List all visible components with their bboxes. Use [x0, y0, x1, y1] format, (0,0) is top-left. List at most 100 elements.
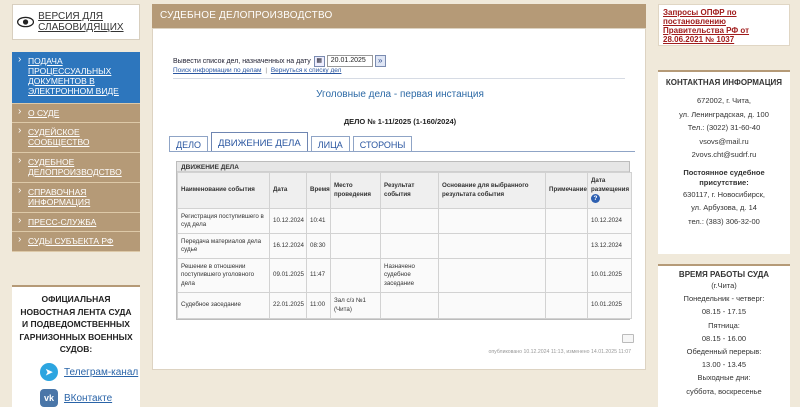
- col-header-date: Дата: [269, 172, 307, 209]
- contacts-title: КОНТАКТНАЯ ИНФОРМАЦИЯ: [665, 78, 783, 87]
- case-title: ДЕЛО № 1-11/2025 (1-160/2024): [343, 117, 457, 126]
- main-content: СУДЕБНОЕ ДЕЛОПРОИЗВОДСТВО Вывести список…: [152, 0, 646, 370]
- cell-note: [545, 208, 588, 234]
- case-panel: Вывести список дел, назначенных на дату …: [152, 28, 646, 370]
- vk-icon: vk: [40, 389, 58, 407]
- cell-posted: 10.12.2024: [587, 208, 632, 234]
- date-filter: Вывести список дел, назначенных на дату …: [173, 55, 386, 67]
- cell-place: [330, 208, 381, 234]
- cell-posted: 10.01.2025: [587, 292, 632, 319]
- cell-result: [380, 208, 439, 234]
- case-movement-table: ДВИЖЕНИЕ ДЕЛА Наименование события Дата …: [176, 161, 632, 320]
- contact-email-2[interactable]: 2vovs.cht@sudrf.ru: [658, 148, 790, 162]
- vk-label: ВКонтакте: [64, 392, 113, 404]
- news-title: ОФИЦИАЛЬНАЯ НОВОСТНАЯ ЛЕНТА СУДА И ПОДВЕ…: [19, 294, 133, 354]
- contact-address-2: ул. Ленинградская, д. 100: [679, 109, 769, 119]
- tab-persons[interactable]: ЛИЦА: [310, 136, 350, 152]
- cell-event: Передача материалов дела судье: [177, 233, 270, 259]
- menu-item-judges[interactable]: СУДЕЙСКОЕ СООБЩЕСТВО: [12, 123, 140, 153]
- cell-date: 10.12.2024: [269, 208, 307, 234]
- case-search-link[interactable]: Поиск информации по делам: [173, 67, 262, 74]
- cell-date: 09.01.2025: [269, 258, 307, 293]
- col-header-time: Время: [306, 172, 331, 209]
- news-block: ОФИЦИАЛЬНАЯ НОВОСТНАЯ ЛЕНТА СУДА И ПОДВЕ…: [12, 285, 140, 407]
- cell-posted: 13.12.2024: [587, 233, 632, 259]
- cell-date: 16.12.2024: [269, 233, 307, 259]
- tab-case-movement[interactable]: ДВИЖЕНИЕ ДЕЛА: [211, 132, 308, 152]
- help-icon[interactable]: ?: [591, 194, 600, 204]
- contact-email-1[interactable]: vsovs@mail.ru: [658, 135, 790, 149]
- cell-basis: [438, 208, 546, 234]
- go-arrow-button[interactable]: »: [374, 55, 386, 67]
- table-row: Решение в отношении поступившего уголовн…: [177, 258, 632, 293]
- menu-item-about[interactable]: О СУДЕ: [12, 104, 140, 123]
- cell-note: [545, 258, 588, 293]
- presence-address-1: 630117, г. Новосибирск,: [683, 189, 765, 199]
- telegram-label: Телеграм-канал: [64, 366, 139, 378]
- date-filter-label: Вывести список дел, назначенных на дату: [173, 57, 311, 65]
- col-header-basis: Основание для выбранного результата собы…: [438, 172, 546, 209]
- case-tabs: ДЕЛО ДВИЖЕНИЕ ДЕЛА ЛИЦА СТОРОНЫ: [169, 132, 415, 152]
- tab-parties[interactable]: СТОРОНЫ: [352, 136, 413, 152]
- col-header-event: Наименование события: [177, 172, 270, 209]
- menu-item-e-filing[interactable]: ПОДАЧА ПРОЦЕССУАЛЬНЫХ ДОКУМЕНТОВ В ЭЛЕКТ…: [12, 52, 140, 104]
- presence-address-2: ул. Арбузова, д. 14: [691, 203, 757, 212]
- back-to-list-link[interactable]: Вернуться к списку дел: [271, 67, 342, 74]
- cell-basis: [438, 233, 546, 259]
- cell-place: Зал с/з №1 (Чита): [330, 292, 381, 319]
- hours-line: Понедельник - четверг:: [683, 294, 765, 304]
- telegram-icon: ➤: [40, 363, 58, 381]
- opfr-link-label: Запросы ОПФР по постановлению Правительс…: [663, 8, 750, 44]
- tab-case[interactable]: ДЕЛО: [169, 136, 209, 152]
- cell-result: Назначено судебное заседание: [380, 258, 439, 293]
- links-separator: |: [265, 67, 268, 74]
- cell-time: 11:47: [306, 258, 331, 293]
- eye-icon: [17, 16, 35, 28]
- cell-note: [545, 233, 588, 259]
- hours-line: суббота, воскресенье: [686, 386, 762, 396]
- cell-result: [380, 292, 439, 319]
- cell-event: Регистрация поступившего в суд дела: [177, 208, 270, 234]
- menu-item-reference[interactable]: СПРАВОЧНАЯ ИНФОРМАЦИЯ: [12, 183, 140, 213]
- calendar-icon[interactable]: ▦: [313, 55, 325, 67]
- cell-time: 08:30: [306, 233, 331, 259]
- table-row: Регистрация поступившего в суд дела 10.1…: [177, 208, 632, 234]
- date-input[interactable]: 20.01.2025: [326, 55, 373, 67]
- menu-item-proceedings[interactable]: СУДЕБНОЕ ДЕЛОПРОИЗВОДСТВО: [12, 153, 140, 183]
- divider: [173, 78, 625, 79]
- cell-note: [545, 292, 588, 319]
- hours-line: Выходные дни:: [697, 373, 751, 383]
- hours-line: 08.15 - 16.00: [701, 333, 747, 343]
- cell-place: [330, 233, 381, 259]
- cell-event: Судебное заседание: [177, 292, 270, 319]
- table-title: ДВИЖЕНИЕ ДЕЛА: [177, 162, 629, 172]
- col-header-place: Место проведения: [330, 172, 381, 209]
- hours-line: Обеденный перерыв:: [686, 347, 762, 357]
- telegram-link[interactable]: ➤ Телеграм-канал: [40, 363, 138, 381]
- table-header-row: Наименование события Дата Время Место пр…: [177, 172, 632, 209]
- hours-line: Пятница:: [708, 320, 740, 330]
- section-header: СУДЕБНОЕ ДЕЛОПРОИЗВОДСТВО: [152, 4, 646, 28]
- table-row: Передача материалов дела судье 16.12.202…: [177, 233, 632, 259]
- instance-title: Уголовные дела - первая инстанция: [316, 89, 484, 100]
- opfr-requests-link[interactable]: Запросы ОПФР по постановлению Правительс…: [658, 4, 790, 46]
- cell-posted: 10.01.2025: [587, 258, 632, 293]
- print-icon[interactable]: [622, 334, 634, 343]
- hours-line: 08.15 - 17.15: [701, 307, 747, 317]
- vk-link[interactable]: vk ВКонтакте: [40, 389, 112, 407]
- menu-item-press[interactable]: ПРЕСС-СЛУЖБА: [12, 213, 140, 232]
- panel-links: Поиск информации по делам | Вернуться к …: [173, 67, 341, 74]
- col-header-posted-label: Дата размещения: [591, 177, 630, 193]
- menu-item-region-courts[interactable]: СУДЫ СУБЪЕКТА РФ: [12, 232, 140, 252]
- contact-address-1: 672002, г. Чита,: [697, 96, 751, 105]
- cell-result: [380, 233, 439, 259]
- cell-time: 10:41: [306, 208, 331, 234]
- presence-title: Постоянное судебное присутствие:: [683, 167, 765, 187]
- table-row: Судебное заседание 22.01.2025 11:00 Зал …: [177, 292, 632, 319]
- col-header-posted: Дата размещения ?: [587, 172, 632, 209]
- presence-phone: тел.: (383) 306-32-00: [688, 216, 760, 226]
- cell-event: Решение в отношении поступившего уголовн…: [177, 258, 270, 293]
- cell-time: 11:00: [306, 292, 331, 319]
- vision-impaired-link[interactable]: ВЕРСИЯ ДЛЯ СЛАБОВИДЯЩИХ: [12, 4, 140, 40]
- cell-basis: [438, 258, 546, 293]
